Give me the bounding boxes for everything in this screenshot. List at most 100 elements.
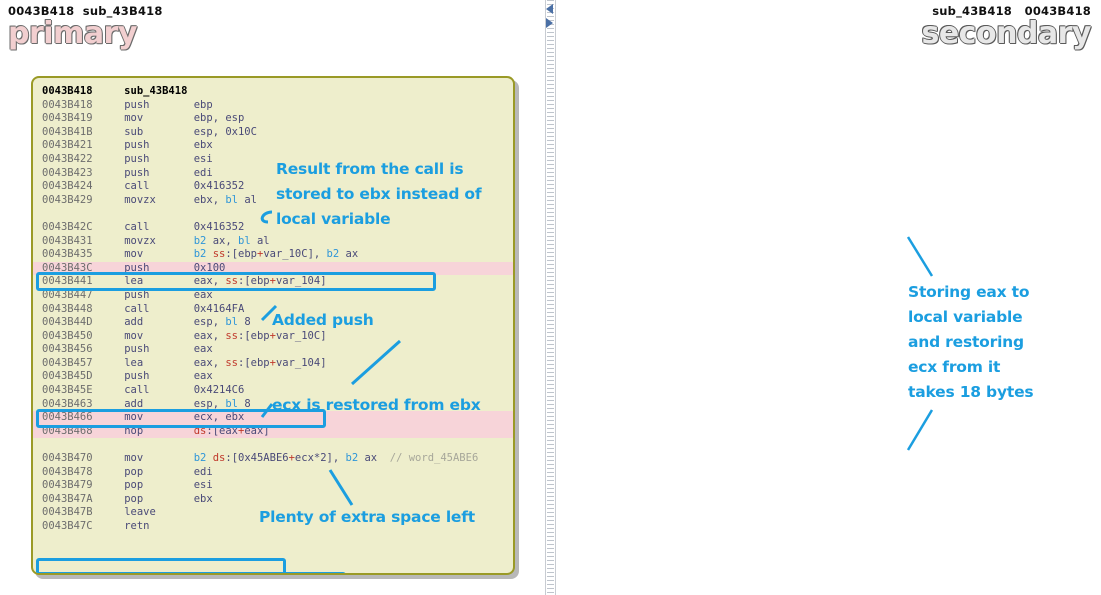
code-address: 0043B429 xyxy=(42,193,125,206)
pane-splitter[interactable] xyxy=(541,0,560,595)
code-operands: ebx xyxy=(193,492,213,505)
code-mnemonic: push xyxy=(124,139,194,152)
triangle-left-icon[interactable] xyxy=(546,4,553,14)
code-address: 0043B431 xyxy=(42,234,125,247)
splitter-edge-right xyxy=(555,0,556,595)
code-row[interactable]: 0043B456 push eax xyxy=(33,343,513,357)
code-address: 0043B478 xyxy=(42,465,125,478)
code-row[interactable]: 0043B418 sub_43B418 xyxy=(33,85,513,99)
code-mnemonic: push xyxy=(124,370,194,383)
primary-annotation-4: Plenty of extra space left xyxy=(259,508,475,526)
code-address: 0043B44D xyxy=(42,316,125,329)
code-operands: eax xyxy=(193,370,213,383)
code-address: 0043B418 xyxy=(42,98,125,111)
code-row[interactable]: 0043B447 push eax xyxy=(33,289,513,303)
code-mnemonic: lea xyxy=(124,356,194,369)
primary-annotation-1: Result from the call is stored to ebx in… xyxy=(276,160,482,228)
code-mnemonic: call xyxy=(124,384,194,397)
code-operands: b2 ss:[ebp+var_10C], b2 ax xyxy=(193,248,359,261)
code-operands: ecx, ebx xyxy=(193,411,245,424)
code-address: 0043B424 xyxy=(42,180,125,193)
code-operands: ebx xyxy=(193,139,213,152)
code-operands: eax xyxy=(193,343,213,356)
code-operands: ds:[eax+eax] xyxy=(193,424,270,437)
secondary-pane: sub_43B418 0043B418 secondary 0043B418 s… xyxy=(560,0,1101,595)
code-address: 0043B456 xyxy=(42,343,125,356)
code-row[interactable]: 0043B418 push ebp xyxy=(33,99,513,113)
splitter-edge-left xyxy=(545,0,546,595)
secondary-annotation-1: Storing eax to local variable and restor… xyxy=(908,283,1034,401)
code-operands: 0x4214C6 xyxy=(193,384,245,397)
code-mnemonic: lea xyxy=(124,275,194,288)
code-mnemonic: mov xyxy=(124,411,194,424)
code-address: 0043B419 xyxy=(42,112,125,125)
code-operands: b2 ds:[0x45ABE6+ecx*2], b2 ax // word_45… xyxy=(193,452,479,465)
code-address: 0043B441 xyxy=(42,275,125,288)
code-operands: edi xyxy=(193,465,213,478)
code-mnemonic: sub xyxy=(124,125,194,138)
code-mnemonic: pop xyxy=(124,492,194,505)
code-address: 0043B47C xyxy=(42,520,125,532)
code-address: 0043B463 xyxy=(42,397,125,410)
code-address: 0043B421 xyxy=(42,139,125,152)
code-address: 0043B479 xyxy=(42,479,125,492)
code-row[interactable]: 0043B431 movzx b2 ax, bl al xyxy=(33,235,513,249)
code-address: 0043B41B xyxy=(42,125,125,138)
code-operands: edi xyxy=(193,166,213,179)
code-row[interactable]: 0043B441 lea eax, ss:[ebp+var_104] xyxy=(33,275,513,289)
triangle-right-icon[interactable] xyxy=(546,18,553,28)
code-row[interactable]: 0043B457 lea eax, ss:[ebp+var_104] xyxy=(33,357,513,371)
code-row[interactable]: 0043B45D push eax xyxy=(33,370,513,384)
code-address: 0043B47A xyxy=(42,492,125,505)
primary-title: primary xyxy=(8,16,137,51)
primary-annotation-2: Added push xyxy=(272,311,374,329)
code-mnemonic: pop xyxy=(124,479,194,492)
code-operands: eax xyxy=(193,288,213,301)
code-operands: ebx, bl al xyxy=(193,193,257,206)
code-mnemonic: nop xyxy=(124,424,194,437)
code-row[interactable] xyxy=(33,438,513,452)
code-address: 0043B457 xyxy=(42,356,125,369)
code-operands: esi xyxy=(193,152,213,165)
code-row[interactable]: 0043B419 mov ebp, esp xyxy=(33,112,513,126)
code-address: 0043B448 xyxy=(42,302,125,315)
code-operands: ebp xyxy=(193,98,213,111)
code-row[interactable]: 0043B41B sub esp, 0x10C xyxy=(33,126,513,140)
code-address: 0043B466 xyxy=(42,411,125,424)
code-operands: 0x4164FA xyxy=(193,302,245,315)
code-mnemonic: movzx xyxy=(124,193,194,206)
code-address: 0043B47B xyxy=(42,506,125,519)
code-address: 0043B468 xyxy=(42,424,125,437)
code-operands: 0x416352 xyxy=(193,220,245,233)
code-mnemonic: call xyxy=(124,302,194,315)
code-row[interactable]: 0043B421 push ebx xyxy=(33,139,513,153)
code-operands: eax, ss:[ebp+var_104] xyxy=(193,356,327,369)
code-row[interactable]: 0043B470 mov b2 ds:[0x45ABE6+ecx*2], b2 … xyxy=(33,452,513,466)
splitter-rail[interactable] xyxy=(547,0,554,595)
code-mnemonic: push xyxy=(124,343,194,356)
code-mnemonic: push xyxy=(124,261,194,274)
primary-annotation-3: ecx is restored from ebx xyxy=(272,396,481,414)
code-address: 0043B447 xyxy=(42,288,125,301)
code-address: 0043B45D xyxy=(42,370,125,383)
code-row[interactable]: 0043B478 pop edi xyxy=(33,466,513,480)
secondary-title: secondary xyxy=(921,16,1091,51)
code-address: 0043B450 xyxy=(42,329,125,342)
code-mnemonic: push xyxy=(124,152,194,165)
code-address: 0043B423 xyxy=(42,166,125,179)
code-mnemonic: mov xyxy=(124,329,194,342)
code-row[interactable]: 0043B468 nop ds:[eax+eax] xyxy=(33,424,513,439)
code-mnemonic: retn xyxy=(124,520,194,532)
code-address: 0043B422 xyxy=(42,152,125,165)
code-row[interactable]: 0043B435 mov b2 ss:[ebp+var_10C], b2 ax xyxy=(33,248,513,262)
code-operands: esi xyxy=(193,479,213,492)
code-address: 0043B470 xyxy=(42,452,125,465)
code-mnemonic: movzx xyxy=(124,234,194,247)
code-mnemonic: add xyxy=(124,397,194,410)
code-row[interactable]: 0043B43C push 0x100 xyxy=(33,261,513,276)
code-address: 0043B45E xyxy=(42,384,125,397)
code-address: 0043B42C xyxy=(42,220,125,233)
code-row[interactable]: 0043B479 pop esi xyxy=(33,479,513,493)
code-mnemonic: push xyxy=(124,166,194,179)
code-operands: ebp, esp xyxy=(193,112,245,125)
